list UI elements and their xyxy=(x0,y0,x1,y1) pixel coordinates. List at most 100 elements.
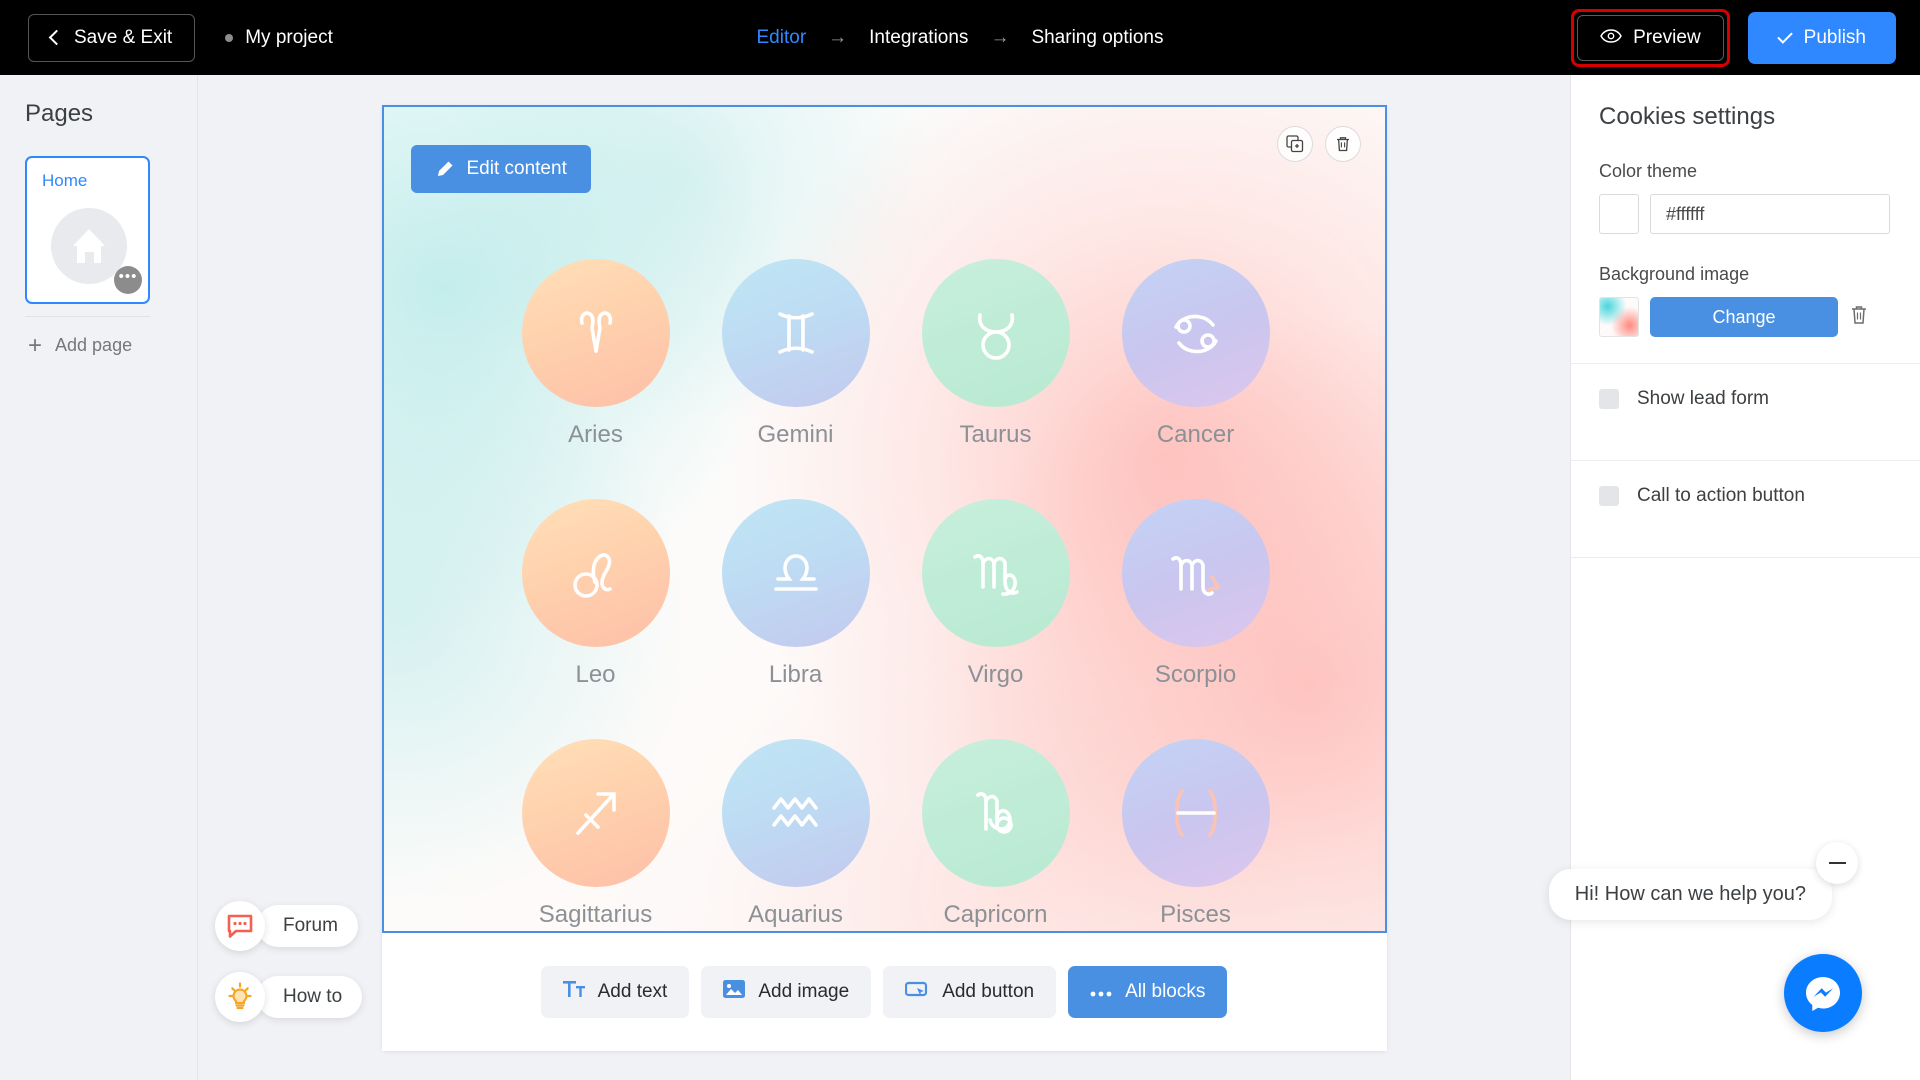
call-to-action-toggle[interactable]: Call to action button xyxy=(1571,461,1920,531)
add-block-toolbar: Add text Add image Add button All blocks xyxy=(381,933,1387,1051)
preview-button[interactable]: Preview xyxy=(1577,14,1724,61)
nav-item-integrations[interactable]: Integrations xyxy=(869,27,968,49)
show-lead-form-toggle[interactable]: Show lead form xyxy=(1571,364,1920,434)
plus-icon: + xyxy=(28,331,43,359)
add-image-button[interactable]: Add image xyxy=(701,966,872,1018)
nav-arrow-icon: → xyxy=(990,26,1010,48)
virgo-glyph xyxy=(921,499,1070,647)
how-to-button[interactable]: How to xyxy=(215,972,363,1022)
publish-label: Publish xyxy=(1803,26,1866,48)
zodiac-item-aries[interactable]: Aries xyxy=(496,259,696,499)
minimize-icon[interactable] xyxy=(1816,842,1858,884)
zodiac-label: Aries xyxy=(568,421,623,448)
nav-item-sharing-options[interactable]: Sharing options xyxy=(1031,27,1163,49)
zodiac-item-leo[interactable]: Leo xyxy=(496,499,696,739)
panel-title: Cookies settings xyxy=(1599,103,1776,130)
change-background-button[interactable]: Change xyxy=(1650,297,1838,337)
zodiac-label: Cancer xyxy=(1156,421,1235,448)
zodiac-label: Virgo xyxy=(967,661,1024,688)
capricorn-glyph xyxy=(921,739,1070,887)
preview-label: Preview xyxy=(1633,26,1701,48)
page-card-label: Home xyxy=(42,171,88,190)
duplicate-icon[interactable] xyxy=(1276,126,1313,162)
add-page-label: Add page xyxy=(55,335,133,355)
edit-content-button[interactable]: Edit content xyxy=(410,145,591,193)
all-blocks-label: All blocks xyxy=(1125,981,1206,1002)
add-page-button[interactable]: + Add page xyxy=(28,331,197,359)
how-to-label: How to xyxy=(257,976,363,1018)
all-blocks-button[interactable]: All blocks xyxy=(1068,966,1228,1018)
zodiac-label: Capricorn xyxy=(943,901,1048,928)
call-to-action-label: Call to action button xyxy=(1637,485,1805,506)
zodiac-label: Libra xyxy=(768,661,823,688)
button-icon xyxy=(905,980,929,1004)
gemini-glyph xyxy=(721,259,870,407)
color-hex-input[interactable] xyxy=(1650,194,1890,234)
dots-icon xyxy=(1090,981,1112,1003)
text-icon xyxy=(562,980,585,1004)
canvas-area: Edit content Aries Gemini Taurus Cancer … xyxy=(198,75,1570,1080)
zodiac-label: Sagittarius xyxy=(538,901,653,928)
checkbox-icon[interactable] xyxy=(1599,486,1619,506)
chat-bubble-icon xyxy=(215,901,265,951)
pages-sidebar: Pages Home ••• + Add page xyxy=(0,75,198,1080)
zodiac-item-virgo[interactable]: Virgo xyxy=(896,499,1096,739)
forum-button[interactable]: Forum xyxy=(215,901,362,951)
messenger-icon[interactable] xyxy=(1784,954,1862,1032)
pisces-glyph xyxy=(1121,739,1270,887)
zodiac-item-cancer[interactable]: Cancer xyxy=(1096,259,1296,499)
scorpio-glyph xyxy=(1121,499,1270,647)
page-menu-button[interactable]: ••• xyxy=(114,266,142,294)
delete-icon[interactable] xyxy=(1324,126,1361,162)
main-nav: Editor → Integrations → Sharing options xyxy=(757,27,1164,49)
zodiac-grid: Aries Gemini Taurus Cancer Leo Libra Vir… xyxy=(496,259,1296,931)
background-thumbnail[interactable] xyxy=(1599,297,1639,337)
status-dot-icon xyxy=(225,33,234,42)
sidebar-item-home[interactable]: Home ••• xyxy=(25,156,150,304)
zodiac-block[interactable]: Edit content Aries Gemini Taurus Cancer … xyxy=(381,105,1387,933)
block-tools xyxy=(1276,126,1361,162)
zodiac-label: Scorpio xyxy=(1154,661,1237,688)
zodiac-label: Pisces xyxy=(1160,901,1231,928)
color-swatch[interactable] xyxy=(1599,194,1639,234)
checkbox-icon[interactable] xyxy=(1599,389,1619,409)
cancer-glyph xyxy=(1121,259,1270,407)
chevron-left-icon xyxy=(48,29,65,46)
sagittarius-glyph xyxy=(521,739,670,887)
forum-label: Forum xyxy=(257,905,358,947)
zodiac-label: Taurus xyxy=(959,421,1032,448)
background-image-row: Change xyxy=(1599,297,1920,337)
image-icon xyxy=(723,979,746,1005)
edit-content-label: Edit content xyxy=(466,158,567,179)
trash-icon[interactable] xyxy=(1849,304,1869,331)
add-button-button[interactable]: Add button xyxy=(883,966,1057,1018)
zodiac-label: Leo xyxy=(575,661,616,688)
zodiac-item-aquarius[interactable]: Aquarius xyxy=(696,739,896,931)
preview-highlight: Preview xyxy=(1571,8,1730,67)
zodiac-item-gemini[interactable]: Gemini xyxy=(696,259,896,499)
publish-button[interactable]: Publish xyxy=(1747,11,1896,64)
eye-icon xyxy=(1600,27,1622,49)
zodiac-label: Aquarius xyxy=(748,901,843,928)
zodiac-item-pisces[interactable]: Pisces xyxy=(1096,739,1296,931)
add-text-button[interactable]: Add text xyxy=(540,966,690,1018)
aries-glyph xyxy=(521,259,670,407)
zodiac-item-taurus[interactable]: Taurus xyxy=(896,259,1096,499)
show-lead-form-label: Show lead form xyxy=(1637,388,1770,409)
save-and-exit-button[interactable]: Save & Exit xyxy=(28,13,196,62)
settings-panel: Cookies settings Color theme Background … xyxy=(1570,75,1920,1080)
pencil-icon xyxy=(435,160,454,179)
zodiac-item-sagittarius[interactable]: Sagittarius xyxy=(496,739,696,931)
zodiac-item-libra[interactable]: Libra xyxy=(696,499,896,739)
libra-glyph xyxy=(721,499,870,647)
check-icon xyxy=(1776,27,1793,44)
nav-item-editor[interactable]: Editor xyxy=(757,27,807,49)
zodiac-item-scorpio[interactable]: Scorpio xyxy=(1096,499,1296,739)
pages-title: Pages xyxy=(25,100,94,127)
project-name-label: My project xyxy=(245,26,333,48)
taurus-glyph xyxy=(921,259,1070,407)
add-text-label: Add text xyxy=(597,981,668,1002)
zodiac-item-capricorn[interactable]: Capricorn xyxy=(896,739,1096,931)
add-button-label: Add button xyxy=(942,981,1035,1002)
top-bar: Save & Exit My project Editor → Integrat… xyxy=(0,0,1920,75)
